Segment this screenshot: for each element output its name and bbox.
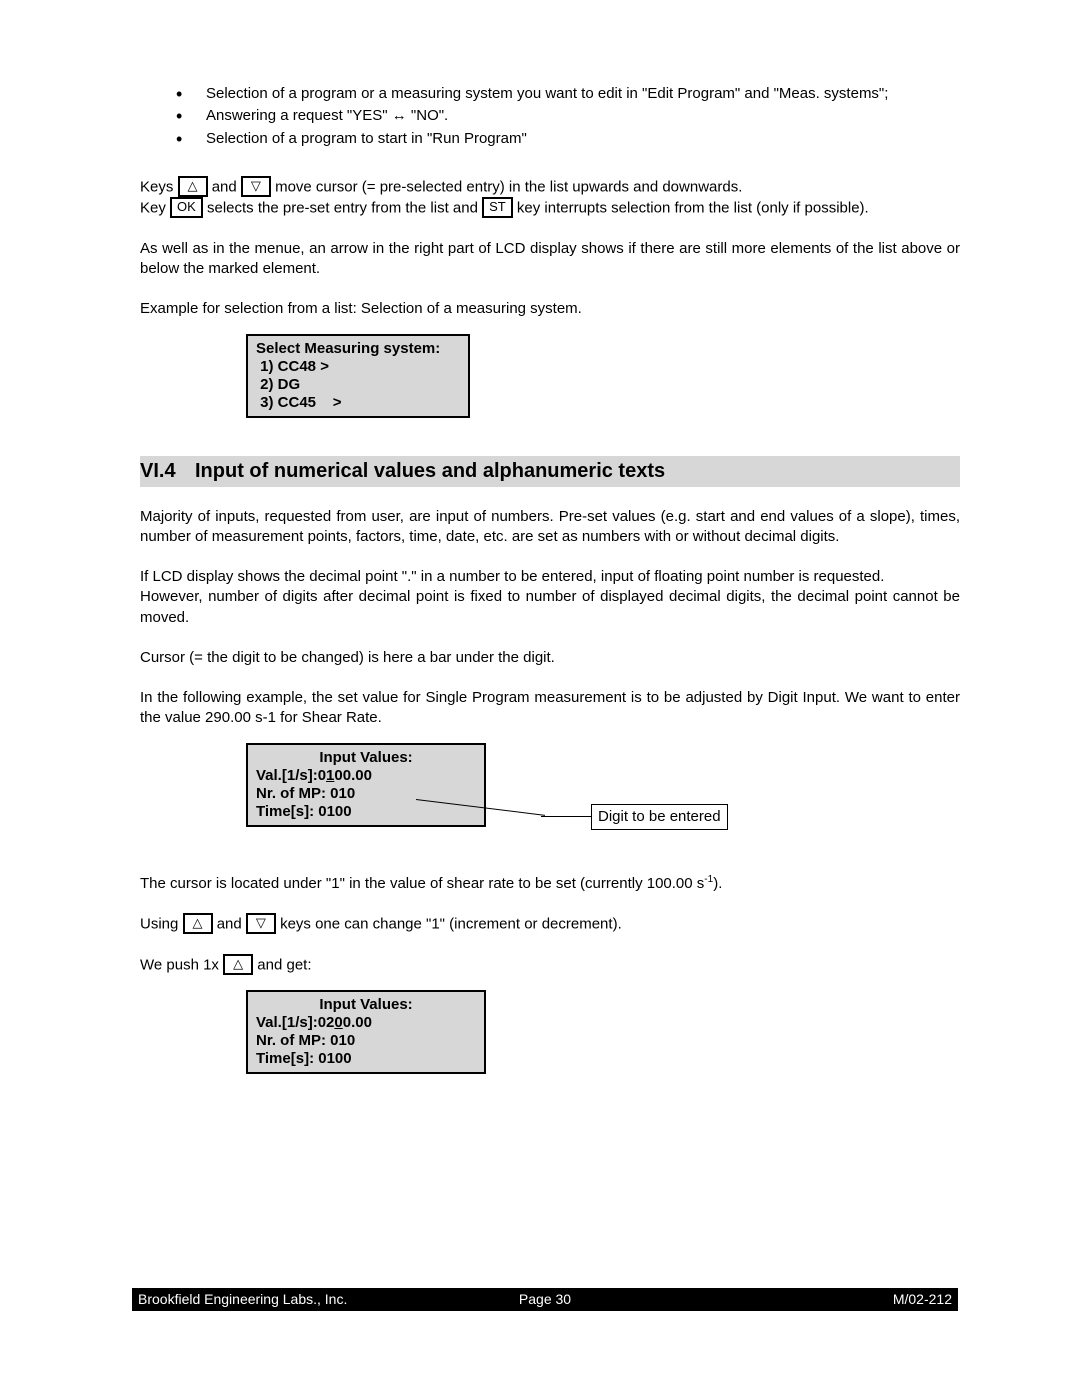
bullet-item: Selection of a program or a measuring sy… bbox=[206, 84, 960, 104]
text: 0.00 bbox=[343, 1014, 372, 1031]
text: and bbox=[217, 915, 246, 932]
paragraph: However, number of digits after decimal … bbox=[140, 587, 960, 628]
lcd-row: Input Values: bbox=[256, 996, 476, 1014]
text: keys one can change "1" (increment or de… bbox=[280, 915, 622, 932]
lcd-select-measuring: Select Measuring system: 1) CC48 > 2) DG… bbox=[246, 334, 470, 418]
text: Keys bbox=[140, 178, 173, 195]
heading-title: Input of numerical values and alphanumer… bbox=[195, 460, 665, 482]
paragraph: We push 1x △ and get: bbox=[140, 955, 960, 976]
text: 00.00 bbox=[334, 767, 372, 784]
up-key-icon: △ bbox=[183, 913, 213, 934]
lcd-diagram: Input Values: Val.[1/s]:0100.00 Nr. of M… bbox=[246, 743, 960, 843]
paragraph: Example for selection from a list: Selec… bbox=[140, 299, 960, 319]
text: and get: bbox=[257, 956, 311, 973]
text: move cursor (= pre-selected entry) in th… bbox=[275, 178, 742, 195]
text: Val.[1/s]:0 bbox=[256, 767, 326, 784]
text: key interrupts selection from the list (… bbox=[517, 199, 869, 216]
lcd-row: 1) CC48 > bbox=[256, 358, 460, 376]
lcd-row: Val.[1/s]:0200.00 bbox=[256, 1014, 476, 1032]
callout-digit-to-enter: Digit to be entered bbox=[591, 804, 728, 830]
lcd-row: Nr. of MP: 010 bbox=[256, 785, 476, 803]
superscript: -1 bbox=[704, 874, 713, 885]
bullet-item: Answering a request "YES" ↔ "NO". bbox=[206, 106, 960, 126]
lcd-input-values-2: Input Values: Val.[1/s]:0200.00 Nr. of M… bbox=[246, 990, 486, 1074]
paragraph: As well as in the menue, an arrow in the… bbox=[140, 239, 960, 280]
footer-center: Page 30 bbox=[519, 1290, 571, 1309]
ok-key-icon: OK bbox=[170, 197, 203, 218]
up-key-icon: △ bbox=[178, 176, 208, 197]
lcd-row: Val.[1/s]:0100.00 bbox=[256, 767, 476, 785]
footer-left: Brookfield Engineering Labs., Inc. bbox=[138, 1290, 347, 1309]
lcd-row: Time[s]: 0100 bbox=[256, 1050, 476, 1068]
up-key-icon: △ bbox=[223, 954, 253, 975]
paragraph: Using △ and ▽ keys one can change "1" (i… bbox=[140, 914, 960, 935]
connector-line bbox=[541, 816, 591, 817]
paragraph: The cursor is located under "1" in the v… bbox=[140, 873, 960, 894]
footer-right: M/02-212 bbox=[893, 1290, 952, 1309]
text: selects the pre-set entry from the list … bbox=[207, 199, 482, 216]
paragraph: Majority of inputs, requested from user,… bbox=[140, 507, 960, 548]
lcd-row: Select Measuring system: bbox=[256, 340, 460, 358]
down-key-icon: ▽ bbox=[241, 176, 271, 197]
paragraph: If LCD display shows the decimal point "… bbox=[140, 567, 960, 587]
text: Val.[1/s]:02 bbox=[256, 1014, 334, 1031]
footer-bar: Brookfield Engineering Labs., Inc. Page … bbox=[132, 1288, 958, 1311]
lcd-row: 3) CC45 > bbox=[256, 394, 460, 412]
cursor-digit: 0 bbox=[334, 1014, 342, 1031]
text: The cursor is located under "1" in the v… bbox=[140, 875, 704, 892]
heading-number: VI.4 bbox=[140, 458, 195, 485]
lcd-row: Time[s]: 0100 bbox=[256, 803, 476, 821]
text: We push 1x bbox=[140, 956, 223, 973]
text: Using bbox=[140, 915, 178, 932]
down-key-icon: ▽ bbox=[246, 913, 276, 934]
paragraph: In the following example, the set value … bbox=[140, 688, 960, 729]
text: Key bbox=[140, 199, 170, 216]
section-heading: VI.4Input of numerical values and alphan… bbox=[140, 456, 960, 487]
bullet-list: Selection of a program or a measuring sy… bbox=[140, 84, 960, 149]
text: ). bbox=[713, 875, 722, 892]
paragraph: Cursor (= the digit to be changed) is he… bbox=[140, 648, 960, 668]
bullet-item: Selection of a program to start in "Run … bbox=[206, 129, 960, 149]
lcd-row: 2) DG bbox=[256, 376, 460, 394]
lcd-row: Input Values: bbox=[256, 749, 476, 767]
text: and bbox=[212, 178, 241, 195]
lcd-input-values-1: Input Values: Val.[1/s]:0100.00 Nr. of M… bbox=[246, 743, 486, 827]
lcd-row: Nr. of MP: 010 bbox=[256, 1032, 476, 1050]
st-key-icon: ST bbox=[482, 197, 513, 218]
